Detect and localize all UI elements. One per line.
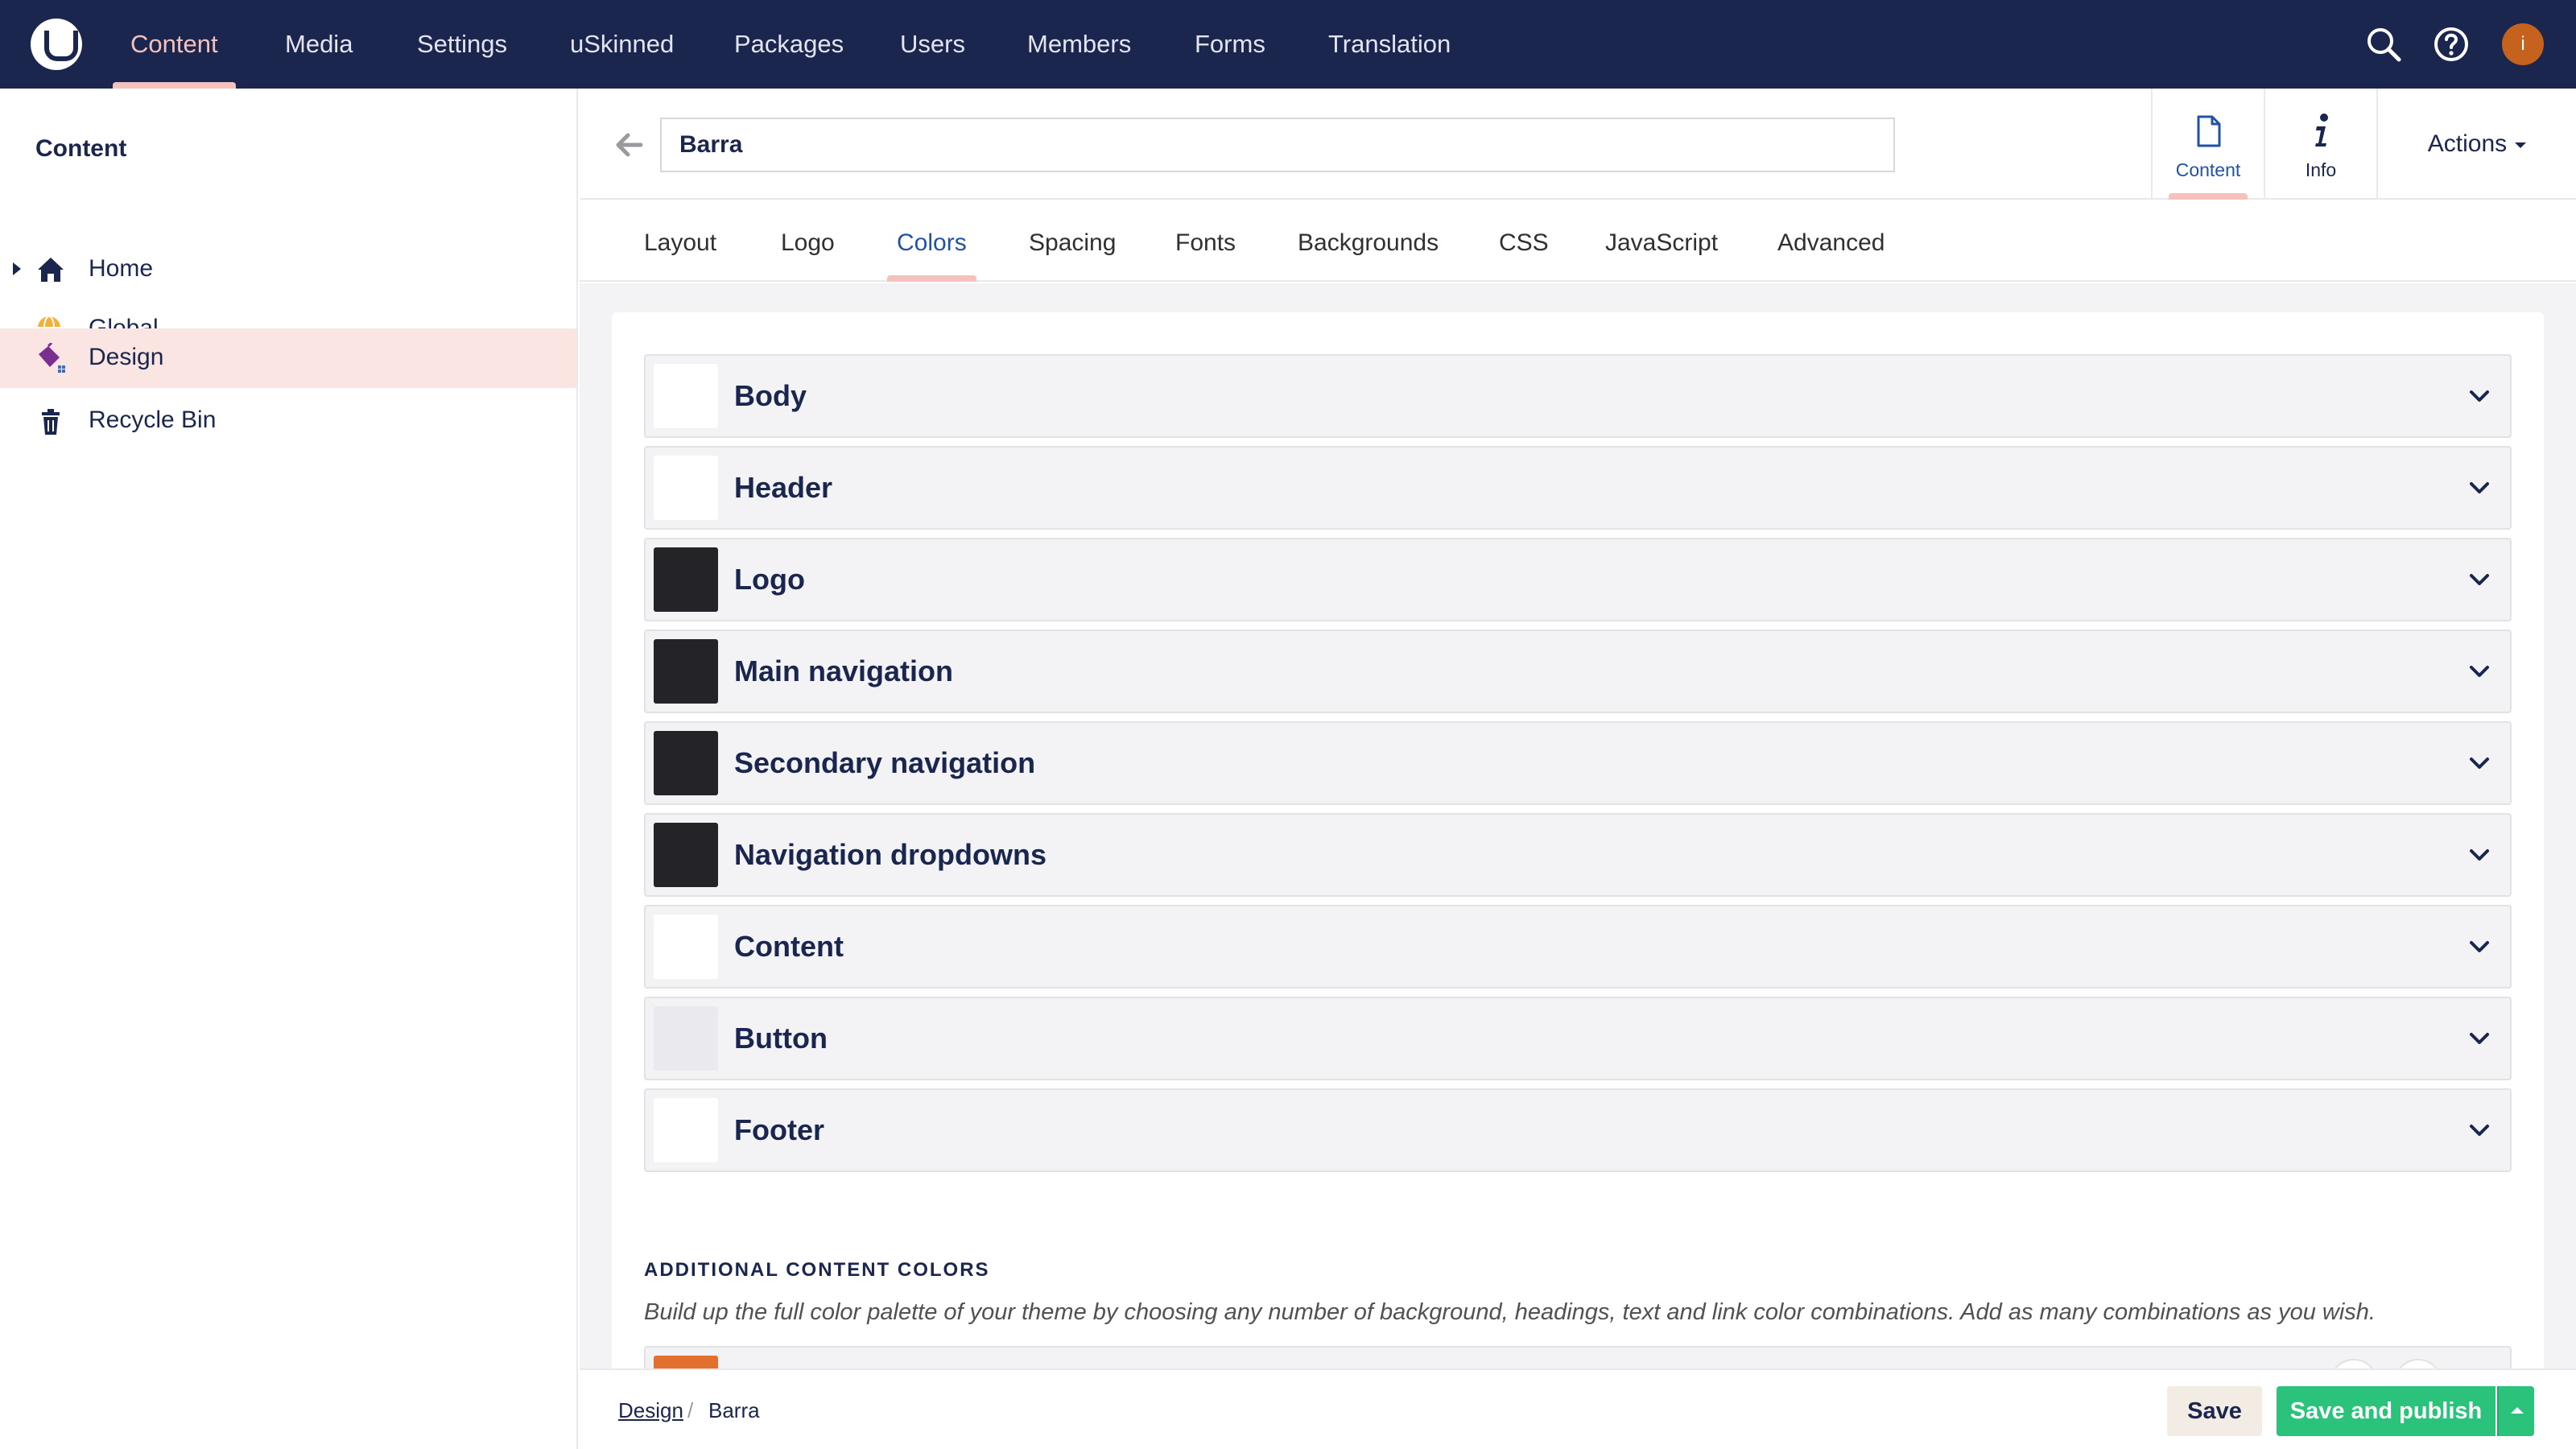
app-button-label: Content	[2175, 159, 2241, 180]
app-button-label: Info	[2305, 159, 2337, 180]
content-tree-sidebar: Content Home Global Design	[0, 89, 578, 1449]
chevron-down-icon[interactable]	[2465, 473, 2494, 502]
editor-main: Body Header Logo Main navigation Secondary n…	[580, 283, 2576, 1368]
home-icon	[38, 258, 64, 282]
chevron-down-icon[interactable]	[2465, 382, 2494, 411]
actions-label: Actions	[2427, 130, 2508, 157]
color-section-row[interactable]: Secondary navigation	[644, 721, 2512, 805]
color-section-label: Button	[734, 1022, 828, 1055]
info-icon	[2315, 114, 2328, 147]
document-icon	[2197, 115, 2221, 147]
color-swatch	[654, 914, 718, 979]
color-swatch	[654, 547, 718, 612]
chevron-down-icon[interactable]	[2465, 1024, 2494, 1053]
color-section-row[interactable]: Content	[644, 905, 2512, 989]
topnav-item-translation[interactable]: Translation	[1328, 0, 1451, 89]
back-arrow-icon[interactable]	[613, 130, 646, 159]
umbraco-logo-icon[interactable]	[31, 19, 82, 70]
node-name-input[interactable]	[660, 118, 1895, 172]
tree-item-recycle-bin[interactable]: Recycle Bin	[0, 391, 576, 449]
topnav-item-forms[interactable]: Forms	[1195, 0, 1265, 89]
app-button-content[interactable]: Content	[2151, 89, 2264, 200]
topnav-item-content[interactable]: Content	[113, 0, 236, 89]
topnav-item-members[interactable]: Members	[1027, 0, 1131, 89]
edit-button[interactable]	[2330, 1359, 2378, 1368]
color-section-label: Body	[734, 379, 807, 412]
caret-down-icon	[2515, 142, 2527, 148]
color-section-label: Content	[734, 930, 844, 963]
color-section-row[interactable]: Navigation dropdowns	[644, 813, 2512, 897]
color-section-label: Navigation dropdowns	[734, 838, 1047, 871]
breadcrumb-current: Barra	[708, 1398, 760, 1422]
editor-tabs: Layout Logo Colors Spacing Fonts Backgro…	[580, 201, 2576, 282]
color-swatch	[654, 364, 718, 428]
remove-button[interactable]	[2394, 1359, 2442, 1368]
color-section-row[interactable]: Footer	[644, 1088, 2512, 1172]
chevron-down-icon[interactable]	[2465, 1116, 2494, 1145]
topnav-item-uskinned[interactable]: uSkinned	[570, 0, 674, 89]
tab-backgrounds[interactable]: Backgrounds	[1298, 201, 1439, 282]
tree-item-design[interactable]: Design	[0, 328, 576, 388]
topnav-item-media[interactable]: Media	[285, 0, 353, 89]
color-section-label: Header	[734, 471, 833, 504]
topnav-item-packages[interactable]: Packages	[734, 0, 844, 89]
color-section-row[interactable]: Logo	[644, 538, 2512, 621]
paint-bucket-icon	[39, 343, 65, 373]
save-button[interactable]: Save	[2167, 1386, 2262, 1436]
chevron-down-icon[interactable]	[2465, 749, 2494, 778]
color-section-label: Main navigation	[734, 654, 954, 687]
chevron-down-icon[interactable]	[2465, 932, 2494, 961]
search-icon[interactable]	[2363, 24, 2404, 64]
color-swatch	[654, 823, 718, 887]
editor-footer: Design / Barra Save Save and publish	[580, 1368, 2576, 1449]
color-swatch	[654, 456, 718, 520]
color-swatch	[654, 1098, 718, 1162]
color-section-row[interactable]: Body	[644, 354, 2512, 438]
color-swatch	[654, 731, 718, 795]
help-icon[interactable]	[2431, 24, 2471, 64]
color-swatch	[654, 1356, 718, 1368]
actions-dropdown[interactable]: Actions	[2376, 89, 2576, 200]
tab-css[interactable]: CSS	[1499, 201, 1549, 282]
tab-spacing[interactable]: Spacing	[1029, 201, 1116, 282]
save-and-publish-button[interactable]: Save and publish	[2277, 1386, 2496, 1436]
tree-item-label: Recycle Bin	[89, 407, 217, 433]
tree-item-label: Home	[89, 255, 154, 282]
tree-item-label: Design	[89, 344, 164, 370]
editor-header: Content Info Actions	[580, 89, 2576, 200]
additional-color-row[interactable]	[644, 1346, 2512, 1368]
tab-colors[interactable]: Colors	[887, 201, 976, 282]
color-swatch	[654, 639, 718, 704]
sidebar-title: Content	[35, 135, 127, 162]
additional-colors-title: ADDITIONAL CONTENT COLORS	[644, 1259, 990, 1281]
chevron-down-icon[interactable]	[2465, 565, 2494, 594]
trash-icon	[42, 409, 60, 435]
tab-fonts[interactable]: Fonts	[1175, 201, 1236, 282]
color-section-label: Secondary navigation	[734, 746, 1036, 779]
color-section-row[interactable]: Header	[644, 446, 2512, 530]
breadcrumb-separator: /	[687, 1398, 694, 1422]
additional-colors-description: Build up the full color palette of your …	[644, 1299, 2376, 1325]
topnav-item-users[interactable]: Users	[900, 0, 965, 89]
tab-javascript[interactable]: JavaScript	[1605, 201, 1718, 282]
publish-options-caret-icon[interactable]	[2497, 1386, 2534, 1436]
tab-logo[interactable]: Logo	[781, 201, 835, 282]
color-section-row[interactable]: Button	[644, 997, 2512, 1080]
user-avatar[interactable]: i	[2502, 23, 2544, 65]
color-swatch	[654, 1006, 718, 1071]
top-bar: Content Media Settings uSkinned Packages…	[0, 0, 2576, 89]
topnav-item-settings[interactable]: Settings	[417, 0, 507, 89]
tab-advanced[interactable]: Advanced	[1777, 201, 1885, 282]
chevron-down-icon[interactable]	[2465, 840, 2494, 869]
color-section-label: Footer	[734, 1113, 824, 1146]
tab-layout[interactable]: Layout	[644, 201, 716, 282]
tree-item-home[interactable]: Home	[0, 240, 576, 298]
color-section-row[interactable]: Main navigation	[644, 630, 2512, 713]
expand-caret-icon[interactable]	[13, 262, 21, 275]
chevron-down-icon[interactable]	[2465, 657, 2494, 686]
colors-panel: Body Header Logo Main navigation Secondary n…	[612, 312, 2544, 1368]
color-section-label: Logo	[734, 563, 805, 596]
app-button-info[interactable]: Info	[2264, 89, 2376, 200]
breadcrumb-link-design[interactable]: Design	[618, 1370, 683, 1449]
